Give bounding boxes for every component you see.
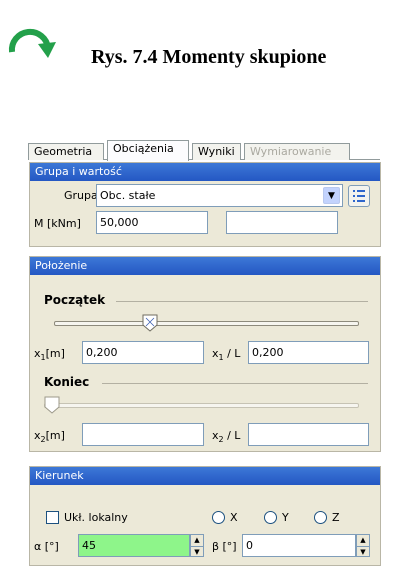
group-panel: Grupa i wartość Grupa Obc. stałe ▼ M [kN… xyxy=(29,162,381,247)
spin-down-icon[interactable]: ▼ xyxy=(191,545,203,557)
start-slider-thumb[interactable] xyxy=(142,314,158,332)
x2l-label: x2 / L xyxy=(212,429,240,444)
x1l-input[interactable]: 0,200 xyxy=(248,341,369,364)
x1l-label: x1 / L xyxy=(212,347,240,362)
x2l-label-sub: 2 xyxy=(218,435,224,445)
radio-x-label: X xyxy=(230,511,238,524)
x1-input[interactable]: 0,200 xyxy=(82,341,204,364)
beta-label: β [°] xyxy=(212,540,237,553)
moment-extra-input[interactable] xyxy=(226,211,338,234)
start-slider-track[interactable] xyxy=(54,321,359,326)
group-label: Grupa xyxy=(64,189,98,202)
x2-label: x2[m] xyxy=(34,429,65,444)
group-panel-title: Grupa i wartość xyxy=(30,163,380,181)
radio-z-label: Z xyxy=(332,511,340,524)
alpha-input[interactable]: 45 xyxy=(78,534,190,557)
chevron-down-icon[interactable]: ▼ xyxy=(323,187,340,204)
x2-input[interactable] xyxy=(82,423,204,446)
end-slider-track[interactable] xyxy=(44,403,359,408)
group-list-button[interactable] xyxy=(348,185,370,207)
x2l-input[interactable] xyxy=(248,423,369,446)
radio-x[interactable] xyxy=(212,511,225,524)
figure-header: Rys. 7.4 Momenty skupione xyxy=(0,0,393,90)
end-section-label: Koniec xyxy=(44,375,90,389)
group-select[interactable]: Obc. stałe ▼ xyxy=(96,184,343,207)
x2l-label-suffix: / L xyxy=(227,429,241,442)
local-system-checkbox[interactable] xyxy=(46,511,59,524)
start-divider xyxy=(116,301,368,302)
list-icon xyxy=(353,190,365,202)
end-slider-thumb[interactable] xyxy=(44,396,60,414)
direction-panel-title: Kierunek xyxy=(30,467,380,485)
radio-y-label: Y xyxy=(282,511,289,524)
moment-input[interactable]: 50,000 xyxy=(96,211,208,234)
x1l-label-suffix: / L xyxy=(227,347,241,360)
radio-z[interactable] xyxy=(314,511,327,524)
start-section-label: Początek xyxy=(44,293,106,307)
figure-title: Rys. 7.4 Momenty skupione xyxy=(91,46,327,68)
radio-y[interactable] xyxy=(264,511,277,524)
x1-label-suffix: [m] xyxy=(45,347,65,360)
beta-spinner[interactable]: ▲ ▼ xyxy=(356,534,370,557)
spin-up-icon[interactable]: ▲ xyxy=(191,535,203,546)
tab-obciazenia[interactable]: Obciążenia xyxy=(107,140,189,161)
spin-down-icon[interactable]: ▼ xyxy=(357,545,369,557)
tab-wymiarowanie: Wymiarowanie xyxy=(244,143,350,160)
tab-bar: Geometria Obciążenia Wyniki Wymiarowanie xyxy=(28,140,380,161)
rotate-arrow-icon xyxy=(8,28,56,58)
alpha-spinner[interactable]: ▲ ▼ xyxy=(190,534,204,557)
moment-label: M [kNm] xyxy=(34,217,81,230)
position-panel: Położenie Początek x1[m] 0,200 x1 / L 0,… xyxy=(29,256,381,452)
position-panel-title: Położenie xyxy=(30,257,380,275)
x1l-label-sub: 1 xyxy=(218,353,224,363)
tab-wyniki[interactable]: Wyniki xyxy=(192,143,241,160)
x2-label-suffix: [m] xyxy=(45,429,65,442)
group-select-value: Obc. stałe xyxy=(100,189,156,202)
x1-label: x1[m] xyxy=(34,347,65,362)
spin-up-icon[interactable]: ▲ xyxy=(357,535,369,546)
end-divider xyxy=(102,383,368,384)
beta-input[interactable]: 0 xyxy=(242,534,356,557)
tab-geometria[interactable]: Geometria xyxy=(28,143,104,160)
direction-panel: Kierunek Ukł. lokalny X Y Z α [°] 45 ▲ ▼ … xyxy=(29,466,381,566)
alpha-label: α [°] xyxy=(34,540,59,553)
local-system-label: Ukł. lokalny xyxy=(64,511,128,524)
